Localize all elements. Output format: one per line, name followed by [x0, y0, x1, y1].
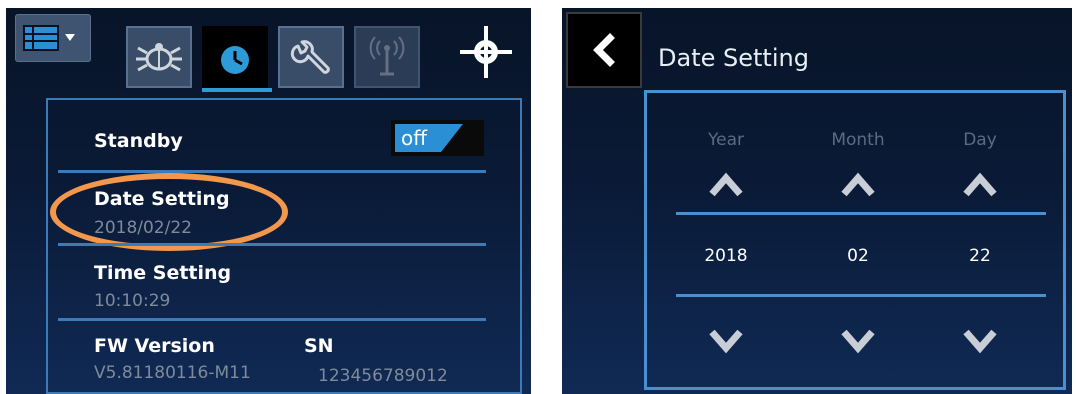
settings-screen: Standby off Date Setting 2018/02/22 Time…	[6, 8, 531, 394]
divider	[58, 170, 486, 173]
standby-toggle[interactable]: off	[391, 120, 484, 156]
month-up-arrow-icon[interactable]	[808, 164, 908, 200]
day-down-arrow-icon[interactable]	[930, 324, 1030, 360]
fw-version-label: FW Version	[94, 335, 215, 357]
standby-label: Standby	[94, 130, 183, 152]
chevron-left-icon	[593, 33, 615, 67]
sn-label: SN	[304, 335, 334, 357]
active-tab-indicator	[202, 88, 272, 92]
wrench-icon	[290, 40, 330, 74]
divider	[58, 318, 486, 321]
month-down-arrow-icon[interactable]	[808, 324, 908, 360]
clock-icon	[221, 46, 249, 74]
page-title: Date Setting	[658, 44, 809, 72]
bug-icon	[136, 43, 182, 72]
time-setting-value: 10:10:29	[94, 291, 171, 311]
menu-button[interactable]	[15, 14, 91, 62]
highlight-oval	[50, 173, 288, 251]
list-menu-icon	[23, 25, 75, 51]
year-up-arrow-icon[interactable]	[676, 164, 776, 200]
tab-clock[interactable]	[202, 26, 268, 88]
tab-tools[interactable]	[278, 26, 344, 88]
fw-version-value: V5.81180116-M11	[94, 363, 251, 383]
month-value: 02	[847, 246, 869, 266]
time-setting-label: Time Setting	[94, 262, 232, 284]
date-setting-screen: Date Setting Year Month Day 2018 02 22	[562, 8, 1072, 394]
antenna-icon	[369, 36, 405, 76]
year-value: 2018	[704, 246, 748, 266]
sn-value: 123456789012	[318, 366, 448, 386]
toggle-slant	[441, 124, 463, 152]
crosshair-icon[interactable]	[458, 24, 514, 80]
divider	[58, 243, 486, 246]
tab-bug[interactable]	[126, 26, 192, 88]
month-label: Month	[831, 130, 885, 150]
year-label: Year	[708, 130, 744, 150]
day-up-arrow-icon[interactable]	[930, 164, 1030, 200]
back-button[interactable]	[566, 12, 642, 88]
day-value: 22	[969, 246, 991, 266]
divider	[676, 212, 1046, 215]
tab-antenna[interactable]	[354, 26, 420, 88]
year-down-arrow-icon[interactable]	[676, 324, 776, 360]
divider	[676, 294, 1046, 297]
toggle-text: off	[401, 126, 428, 150]
day-label: Day	[963, 130, 997, 150]
